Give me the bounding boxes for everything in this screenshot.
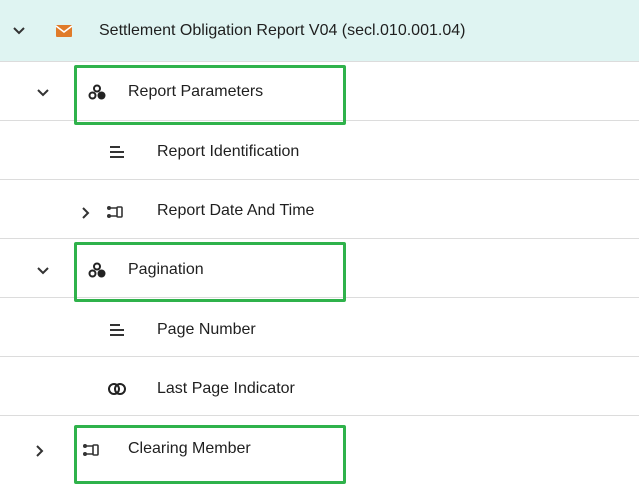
tree-row-pagination[interactable]: Pagination	[0, 239, 639, 298]
choice-branch-icon	[104, 202, 126, 222]
chevron-down-icon[interactable]	[36, 265, 49, 277]
tree-item-label: Pagination	[128, 261, 204, 278]
chevron-right-icon[interactable]	[80, 206, 92, 219]
tree-root-label: Settlement Obligation Report V04 (secl.0…	[99, 22, 466, 39]
tree-row-root[interactable]: Settlement Obligation Report V04 (secl.0…	[0, 0, 639, 62]
chevron-down-icon[interactable]	[12, 25, 25, 37]
chevron-right-icon[interactable]	[34, 444, 46, 457]
text-lines-icon	[106, 142, 128, 162]
tree-row-page-number[interactable]: Page Number	[0, 298, 639, 357]
chevron-down-icon[interactable]	[36, 87, 49, 99]
tree-item-label: Report Date And Time	[157, 202, 315, 219]
toggle-indicator-icon	[106, 379, 128, 399]
tree-item-label: Page Number	[157, 321, 256, 338]
message-tree: Settlement Obligation Report V04 (secl.0…	[0, 0, 639, 486]
envelope-icon	[53, 21, 75, 41]
tree-row-report-parameters[interactable]: Report Parameters	[0, 62, 639, 121]
tree-row-report-date-and-time[interactable]: Report Date And Time	[0, 180, 639, 239]
tree-item-label: Report Identification	[157, 143, 300, 160]
tree-item-label: Report Parameters	[128, 83, 264, 100]
tree-item-label: Clearing Member	[128, 440, 251, 457]
tree-row-clearing-member[interactable]: Clearing Member	[0, 416, 639, 486]
tree-item-label: Last Page Indicator	[157, 380, 295, 397]
component-group-icon	[86, 82, 108, 102]
tree-row-report-identification[interactable]: Report Identification	[0, 121, 639, 180]
tree-row-last-page-indicator[interactable]: Last Page Indicator	[0, 357, 639, 416]
component-group-icon	[86, 260, 108, 280]
text-lines-icon	[106, 320, 128, 340]
choice-branch-icon	[80, 440, 102, 460]
